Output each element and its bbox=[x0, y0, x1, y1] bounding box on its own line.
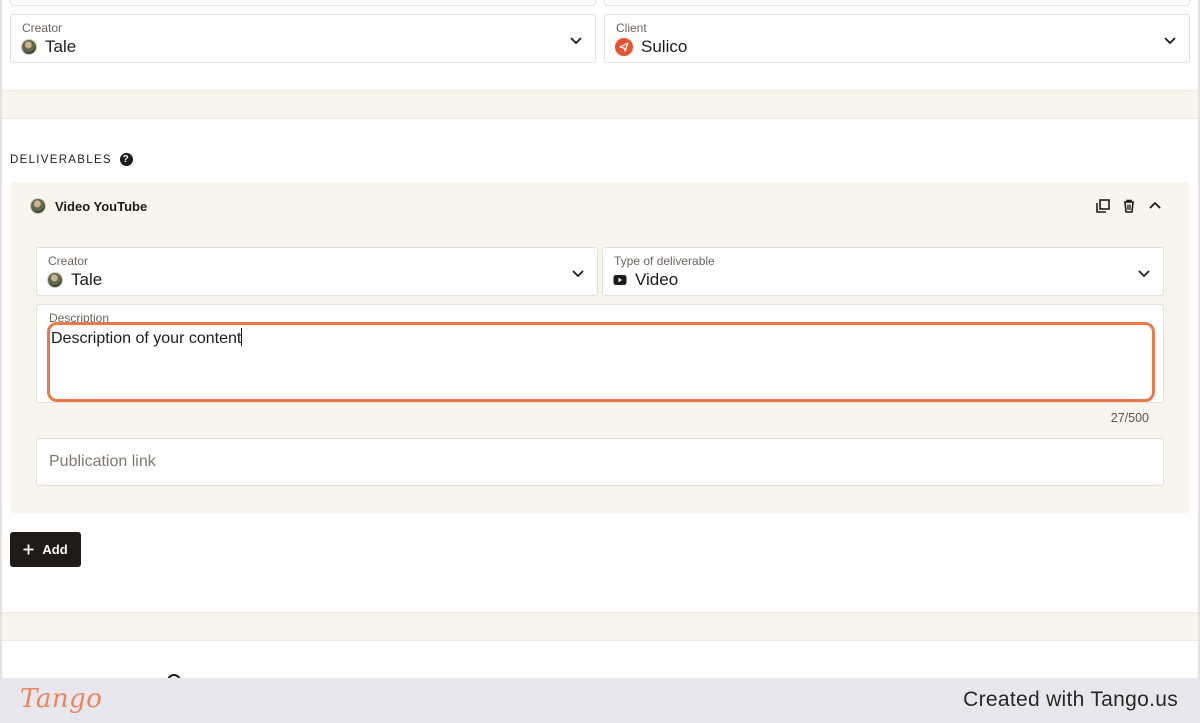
creator-value: Tale bbox=[21, 37, 76, 57]
deliverable-creator-avatar bbox=[47, 272, 63, 288]
chevron-up-icon[interactable] bbox=[1148, 199, 1162, 213]
creator-select[interactable]: Creator Tale bbox=[10, 14, 596, 63]
add-button-label: Add bbox=[42, 542, 68, 557]
client-name: Sulico bbox=[641, 37, 688, 56]
character-counter: 27/500 bbox=[1110, 411, 1149, 425]
page: Creator Tale Client Sulico DELIVERABLES … bbox=[0, 0, 1200, 678]
deliverable-card: Video YouTube Creator Tale Type of deliv… bbox=[10, 182, 1190, 513]
chevron-down-icon[interactable] bbox=[571, 266, 585, 280]
deliverable-type-value: Video bbox=[613, 270, 678, 290]
footer: Tango Created with Tango.us bbox=[0, 678, 1200, 723]
paper-plane-icon bbox=[615, 38, 633, 56]
deliverable-creator-label: Creator bbox=[48, 254, 89, 268]
description-textarea[interactable]: Description of your content bbox=[51, 328, 243, 348]
duplicate-icon[interactable] bbox=[1096, 199, 1110, 213]
tango-logo: Tango bbox=[20, 684, 103, 714]
trash-icon[interactable] bbox=[1122, 199, 1136, 213]
creator-label: Creator bbox=[22, 21, 63, 35]
description-field[interactable]: Description Description of your content bbox=[36, 304, 1164, 403]
deliverable-creator-select[interactable]: Creator Tale bbox=[36, 247, 598, 296]
description-value: Description of your content bbox=[51, 330, 242, 347]
client-value: Sulico bbox=[615, 37, 687, 57]
deliverable-actions bbox=[1096, 199, 1162, 213]
deliverable-type-name: Video bbox=[635, 270, 679, 289]
youtube-play-icon bbox=[613, 275, 627, 285]
help-icon[interactable]: ? bbox=[119, 153, 133, 166]
deliverables-title-text: DELIVERABLES bbox=[10, 153, 112, 166]
chevron-down-icon[interactable] bbox=[569, 33, 583, 47]
chevron-down-icon[interactable] bbox=[1163, 33, 1177, 47]
cutoff-field-left[interactable] bbox=[10, 0, 596, 6]
chevron-down-icon[interactable] bbox=[1137, 266, 1151, 280]
client-label: Client bbox=[616, 21, 647, 35]
deliverables-title: DELIVERABLES ? bbox=[10, 153, 133, 166]
deliverable-title: Video YouTube bbox=[55, 198, 148, 214]
creator-name: Tale bbox=[45, 37, 77, 56]
cutoff-field-right[interactable] bbox=[604, 0, 1190, 6]
section-divider bbox=[2, 90, 1198, 119]
deliverable-type-select[interactable]: Type of deliverable Video bbox=[602, 247, 1164, 296]
text-caret bbox=[241, 328, 243, 346]
deliverable-avatar bbox=[30, 198, 46, 214]
client-select[interactable]: Client Sulico bbox=[604, 14, 1190, 63]
add-deliverable-button[interactable]: Add bbox=[10, 532, 81, 567]
plus-icon bbox=[23, 544, 34, 555]
creator-avatar bbox=[21, 39, 37, 55]
publication-link-input[interactable] bbox=[36, 438, 1164, 486]
deliverable-header[interactable]: Video YouTube bbox=[30, 198, 147, 214]
created-with-text: Created with Tango.us bbox=[963, 688, 1178, 711]
deliverable-creator-name: Tale bbox=[71, 270, 103, 289]
section-divider-bottom bbox=[2, 612, 1198, 641]
deliverable-type-label: Type of deliverable bbox=[614, 254, 715, 268]
deliverable-creator-value: Tale bbox=[47, 270, 102, 290]
